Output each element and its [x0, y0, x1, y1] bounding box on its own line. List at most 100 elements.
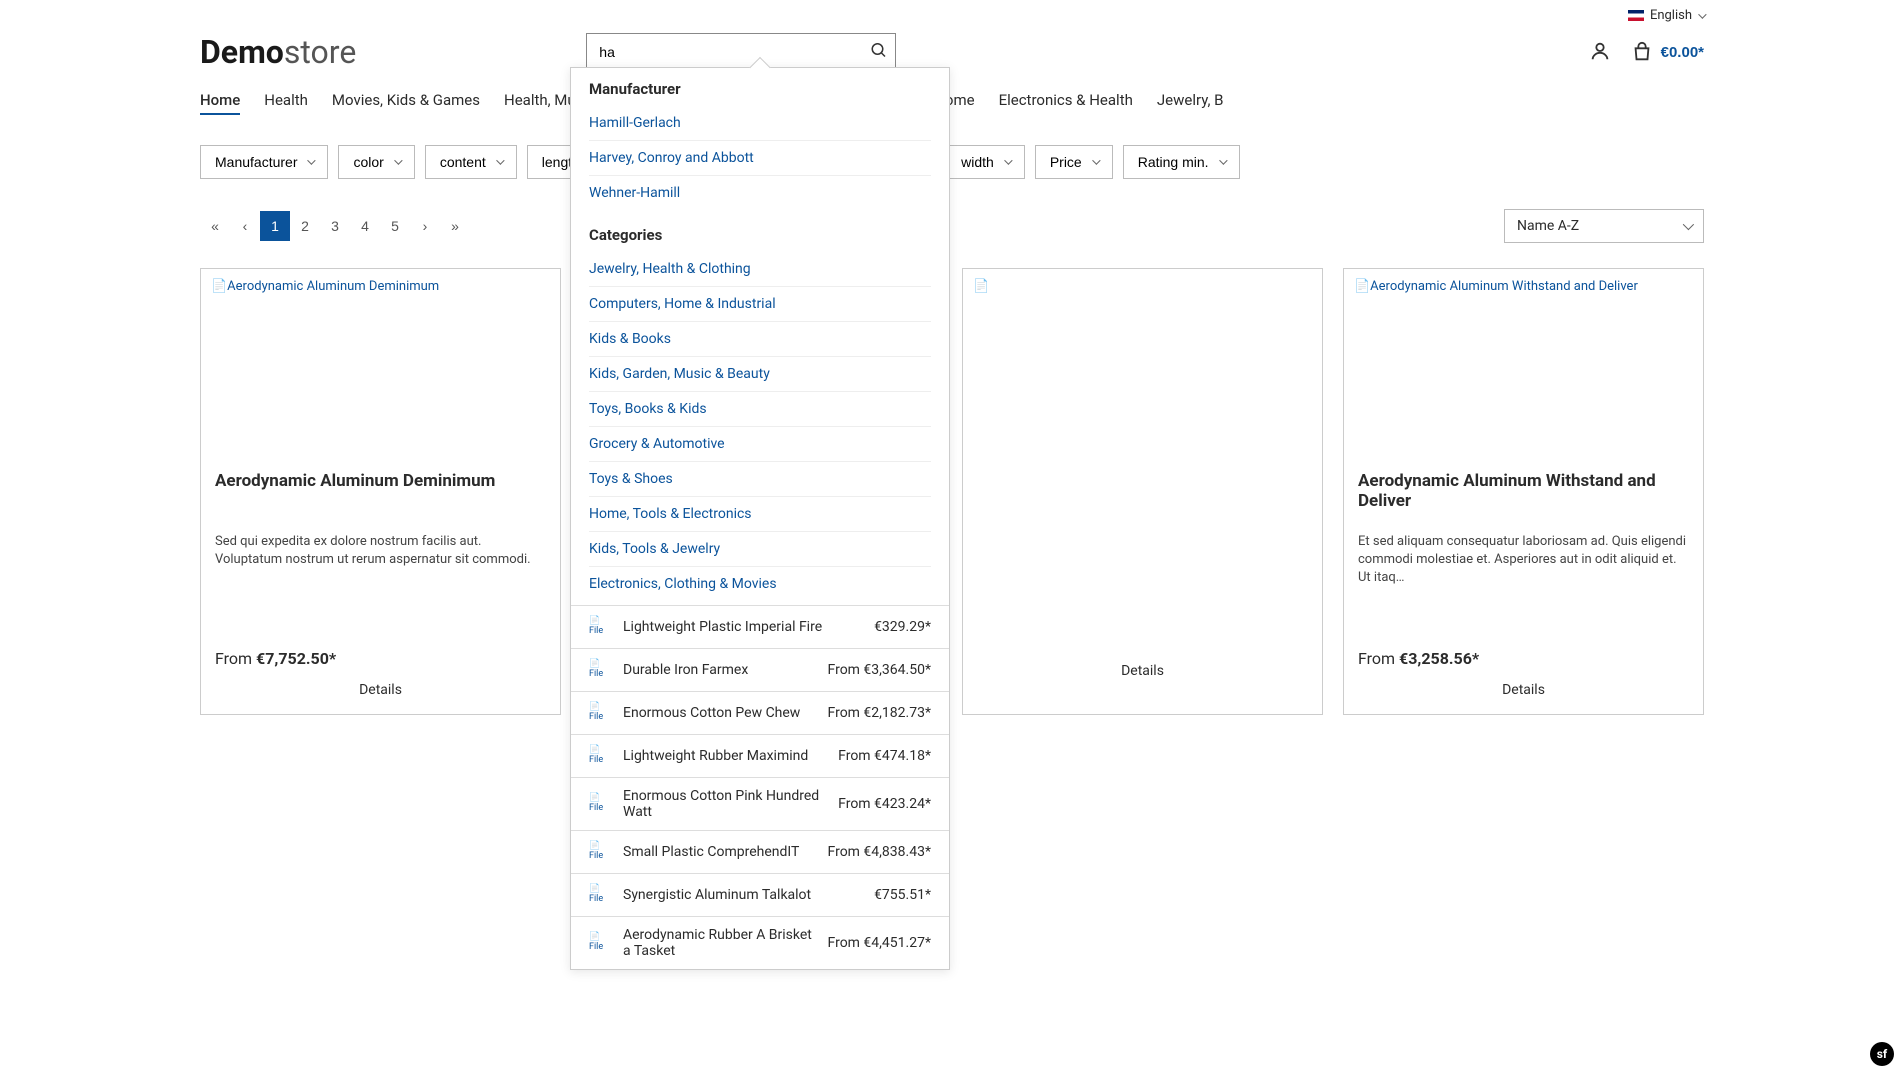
- page-next[interactable]: ›: [410, 211, 440, 241]
- suggest-category-link[interactable]: Kids, Garden, Music & Beauty: [589, 357, 931, 392]
- sort-select[interactable]: Name A-Z: [1504, 209, 1704, 243]
- suggest-category-link[interactable]: Kids, Tools & Jewelry: [589, 532, 931, 567]
- chevron-down-icon: [1092, 156, 1100, 164]
- nav-item[interactable]: Health: [264, 91, 308, 115]
- page-5[interactable]: 5: [380, 211, 410, 241]
- file-icon: 📄File: [589, 745, 611, 767]
- file-icon: 📄File: [589, 659, 611, 681]
- pagination: «‹12345›»: [200, 211, 470, 241]
- search-suggestions: Manufacturer Hamill-GerlachHarvey, Conro…: [570, 67, 950, 970]
- filters-bar: Manufacturercolorcontentlengthzesizeskin…: [0, 135, 1904, 199]
- suggest-product[interactable]: 📄File Synergistic Aluminum Talkalot €755…: [571, 873, 949, 916]
- suggest-product-price: From €3,364.50*: [828, 662, 931, 678]
- chevron-down-icon: [496, 156, 504, 164]
- product-card[interactable]: 📄Aerodynamic Aluminum Deminimum Aerodyna…: [200, 268, 561, 715]
- details-button[interactable]: Details: [215, 682, 546, 698]
- suggest-product-name: Enormous Cotton Pew Chew: [623, 705, 816, 721]
- product-title: [977, 471, 1308, 517]
- suggest-category-link[interactable]: Kids & Books: [589, 322, 931, 357]
- suggest-product-price: From €2,182.73*: [828, 705, 931, 721]
- product-card[interactable]: 📄Aerodynamic Aluminum Withstand and Deli…: [1343, 268, 1704, 715]
- nav-item[interactable]: Jewelry, B: [1157, 91, 1224, 115]
- page-4[interactable]: 4: [350, 211, 380, 241]
- main-nav: HomeHealthMovies, Kids & GamesHealth, Mu…: [0, 81, 1904, 135]
- suggest-product-name: Durable Iron Farmex: [623, 662, 816, 678]
- chevron-down-icon: [1219, 156, 1227, 164]
- details-button[interactable]: Details: [977, 663, 1308, 679]
- page-next[interactable]: »: [440, 211, 470, 241]
- suggest-category-link[interactable]: Computers, Home & Industrial: [589, 287, 931, 322]
- product-title: Aerodynamic Aluminum Deminimum: [215, 471, 546, 517]
- page-prev[interactable]: «: [200, 211, 230, 241]
- suggest-heading-manufacturer: Manufacturer: [589, 80, 931, 98]
- product-card[interactable]: 📄 Details: [962, 268, 1323, 715]
- suggest-product-name: Synergistic Aluminum Talkalot: [623, 887, 862, 903]
- suggest-product-price: €755.51*: [874, 887, 931, 903]
- suggest-product-price: From €4,451.27*: [828, 935, 931, 951]
- suggest-manufacturer-link[interactable]: Wehner-Hamill: [589, 176, 931, 210]
- chevron-down-icon: [308, 156, 316, 164]
- chevron-down-icon: [394, 156, 402, 164]
- filter-rating-min-[interactable]: Rating min.: [1123, 145, 1240, 179]
- cart-button[interactable]: €0.00*: [1631, 41, 1704, 63]
- suggest-category-link[interactable]: Electronics, Clothing & Movies: [589, 567, 931, 601]
- filter-content[interactable]: content: [425, 145, 517, 179]
- page-3[interactable]: 3: [320, 211, 350, 241]
- filter-manufacturer[interactable]: Manufacturer: [200, 145, 328, 179]
- suggest-category-link[interactable]: Grocery & Automotive: [589, 427, 931, 462]
- suggest-product[interactable]: 📄File Small Plastic ComprehendIT From €4…: [571, 830, 949, 873]
- suggest-product[interactable]: 📄File Lightweight Plastic Imperial Fire …: [571, 605, 949, 648]
- suggest-product[interactable]: 📄File Aerodynamic Rubber A Brisket a Tas…: [571, 916, 949, 969]
- suggest-manufacturer-link[interactable]: Hamill-Gerlach: [589, 106, 931, 141]
- suggest-product-name: Lightweight Plastic Imperial Fire: [623, 619, 862, 635]
- suggest-product-name: Small Plastic ComprehendIT: [623, 844, 816, 860]
- suggest-category-link[interactable]: Toys, Books & Kids: [589, 392, 931, 427]
- product-price: From €7,752.50*: [215, 649, 546, 668]
- suggest-product-price: €329.29*: [874, 619, 931, 635]
- product-description: [977, 533, 1308, 589]
- chevron-down-icon: [1698, 10, 1706, 18]
- logo[interactable]: Demostore: [200, 33, 356, 71]
- filter-color[interactable]: color: [338, 145, 414, 179]
- product-title: Aerodynamic Aluminum Withstand and Deliv…: [1358, 471, 1689, 517]
- suggest-product[interactable]: 📄File Durable Iron Farmex From €3,364.50…: [571, 648, 949, 691]
- suggest-product[interactable]: 📄File Lightweight Rubber Maximind From €…: [571, 734, 949, 777]
- product-image: 📄Aerodynamic Aluminum Deminimum: [201, 269, 560, 459]
- chevron-down-icon: [1683, 219, 1694, 230]
- page-1[interactable]: 1: [260, 211, 290, 241]
- nav-item[interactable]: Movies, Kids & Games: [332, 91, 480, 115]
- page-prev[interactable]: ‹: [230, 211, 260, 241]
- file-icon: 📄File: [589, 702, 611, 724]
- details-button[interactable]: Details: [1358, 682, 1689, 698]
- suggest-product-price: From €4,838.43*: [828, 844, 931, 860]
- filter-width[interactable]: width: [946, 145, 1025, 179]
- language-selector[interactable]: English: [1628, 8, 1704, 23]
- file-icon: 📄File: [589, 841, 611, 863]
- suggest-product[interactable]: 📄File Enormous Cotton Pew Chew From €2,1…: [571, 691, 949, 734]
- cart-total: €0.00*: [1661, 44, 1704, 61]
- suggest-manufacturer-link[interactable]: Harvey, Conroy and Abbott: [589, 141, 931, 176]
- suggest-category-link[interactable]: Home, Tools & Electronics: [589, 497, 931, 532]
- language-label: English: [1650, 8, 1692, 23]
- flag-icon: [1628, 10, 1644, 21]
- file-icon: 📄File: [589, 884, 611, 906]
- suggest-product-price: From €423.24*: [838, 796, 931, 812]
- suggest-product[interactable]: 📄File Enormous Cotton Pink Hundred Watt …: [571, 777, 949, 830]
- suggest-product-name: Lightweight Rubber Maximind: [623, 748, 826, 764]
- page-2[interactable]: 2: [290, 211, 320, 241]
- suggest-category-link[interactable]: Jewelry, Health & Clothing: [589, 252, 931, 287]
- search-button[interactable]: [870, 42, 888, 63]
- account-button[interactable]: [1589, 40, 1611, 65]
- nav-item[interactable]: Home: [200, 91, 240, 115]
- bag-icon: [1631, 41, 1653, 63]
- product-description: Sed qui expedita ex dolore nostrum facil…: [215, 533, 546, 589]
- product-description: Et sed aliquam consequatur laboriosam ad…: [1358, 533, 1689, 589]
- filter-price[interactable]: Price: [1035, 145, 1113, 179]
- product-image: 📄Aerodynamic Aluminum Withstand and Deli…: [1344, 269, 1703, 459]
- nav-item[interactable]: Electronics & Health: [999, 91, 1133, 115]
- symfony-badge[interactable]: sf: [1870, 1042, 1894, 1066]
- suggest-product-price: From €474.18*: [838, 748, 931, 764]
- search-input[interactable]: [586, 33, 896, 71]
- suggest-category-link[interactable]: Toys & Shoes: [589, 462, 931, 497]
- product-price: From €3,258.56*: [1358, 649, 1689, 668]
